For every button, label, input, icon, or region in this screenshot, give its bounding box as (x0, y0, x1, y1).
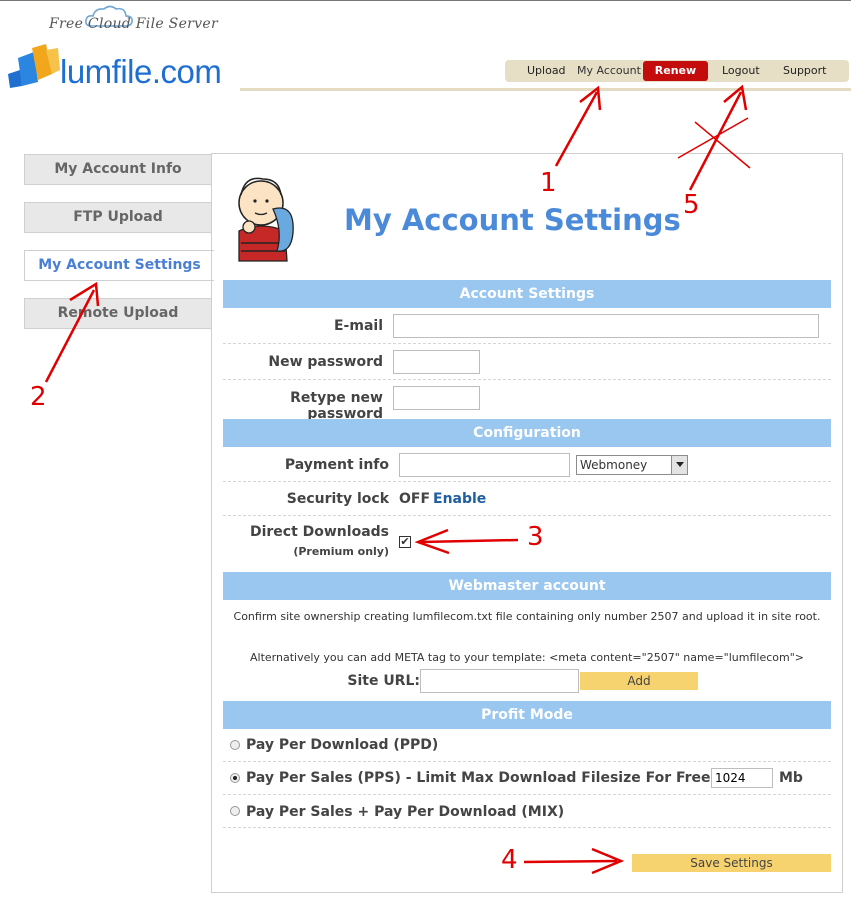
security-lock-label: Security lock (286, 491, 389, 507)
webmaster-meta-text: Alternatively you can add META tag to yo… (250, 651, 804, 664)
sidebar-item-account-settings[interactable]: My Account Settings (24, 250, 214, 281)
row-divider (223, 343, 831, 344)
payment-info-field[interactable] (399, 453, 570, 477)
ppd-radio[interactable] (230, 740, 240, 750)
section-webmaster: Webmaster account (223, 572, 831, 600)
row-divider (223, 481, 831, 482)
direct-downloads-label: Direct Downloads (249, 524, 389, 540)
email-field[interactable] (393, 314, 819, 338)
new-password-label: New password (268, 354, 383, 370)
logo-mark-icon (8, 44, 60, 88)
annotation-arrow-1-head (579, 85, 602, 111)
sidebar-item-remote-upload[interactable]: Remote Upload (24, 298, 212, 329)
retype-password-field[interactable] (393, 386, 480, 410)
logo-text[interactable]: lumfile.com (60, 53, 222, 91)
direct-downloads-sub-label: (Premium only) (293, 545, 389, 558)
mascot-image (238, 177, 294, 262)
annotation-number-4: 4 (501, 845, 518, 875)
row-divider (223, 827, 831, 828)
nav-my-account-link[interactable]: My Account (577, 60, 641, 82)
payment-method-value: Webmoney (580, 458, 648, 472)
new-password-field[interactable] (393, 350, 480, 374)
row-divider (223, 794, 831, 795)
top-border-line (0, 0, 851, 1)
add-site-button[interactable]: Add (580, 672, 698, 690)
mix-label: Pay Per Sales + Pay Per Download (MIX) (246, 804, 565, 820)
pps-unit-label: Mb (779, 770, 803, 786)
ppd-label: Pay Per Download (PPD) (246, 737, 439, 753)
site-url-field[interactable] (420, 669, 579, 693)
nav-logout-link[interactable]: Logout (722, 60, 760, 82)
save-settings-button[interactable]: Save Settings (632, 854, 831, 872)
nav-upload-link[interactable]: Upload (527, 60, 566, 82)
annotation-number-1: 1 (540, 168, 557, 198)
row-divider (223, 761, 831, 762)
mix-radio[interactable] (230, 806, 240, 816)
annotation-number-5: 5 (683, 190, 700, 220)
tagline: Free Cloud File Server (49, 16, 218, 32)
pps-radio[interactable] (230, 773, 240, 783)
nav-support-link[interactable]: Support (783, 60, 826, 82)
section-configuration: Configuration (223, 419, 831, 447)
retype-password-label: Retype new password (290, 390, 383, 422)
chevron-down-icon (671, 456, 687, 474)
header-rule (240, 88, 851, 91)
row-divider (223, 515, 831, 516)
payment-info-label: Payment info (284, 457, 389, 473)
pps-limit-field[interactable] (711, 768, 773, 788)
webmaster-info-text: Confirm site ownership creating lumfilec… (233, 610, 821, 623)
annotation-number-3: 3 (527, 522, 544, 552)
sidebar-item-ftp-upload[interactable]: FTP Upload (24, 202, 212, 233)
direct-downloads-checkbox[interactable]: ✔ (399, 536, 411, 548)
annotation-number-2: 2 (30, 382, 47, 412)
section-profit-mode: Profit Mode (223, 701, 831, 729)
email-label: E-mail (333, 318, 383, 334)
pps-label: Pay Per Sales (PPS) - Limit Max Download… (246, 770, 758, 786)
site-url-label: Site URL: (347, 673, 420, 689)
sidebar-item-account-info[interactable]: My Account Info (24, 154, 212, 185)
top-nav: Upload My Account Renew Logout Support (505, 60, 849, 82)
page-title: My Account Settings (344, 203, 681, 237)
nav-renew-button[interactable]: Renew (643, 61, 708, 81)
row-divider (223, 379, 831, 380)
enable-security-link[interactable]: Enable (433, 491, 486, 507)
security-lock-state: OFF (399, 491, 431, 507)
payment-method-select[interactable]: Webmoney (576, 455, 688, 475)
section-account-settings: Account Settings (223, 280, 831, 308)
